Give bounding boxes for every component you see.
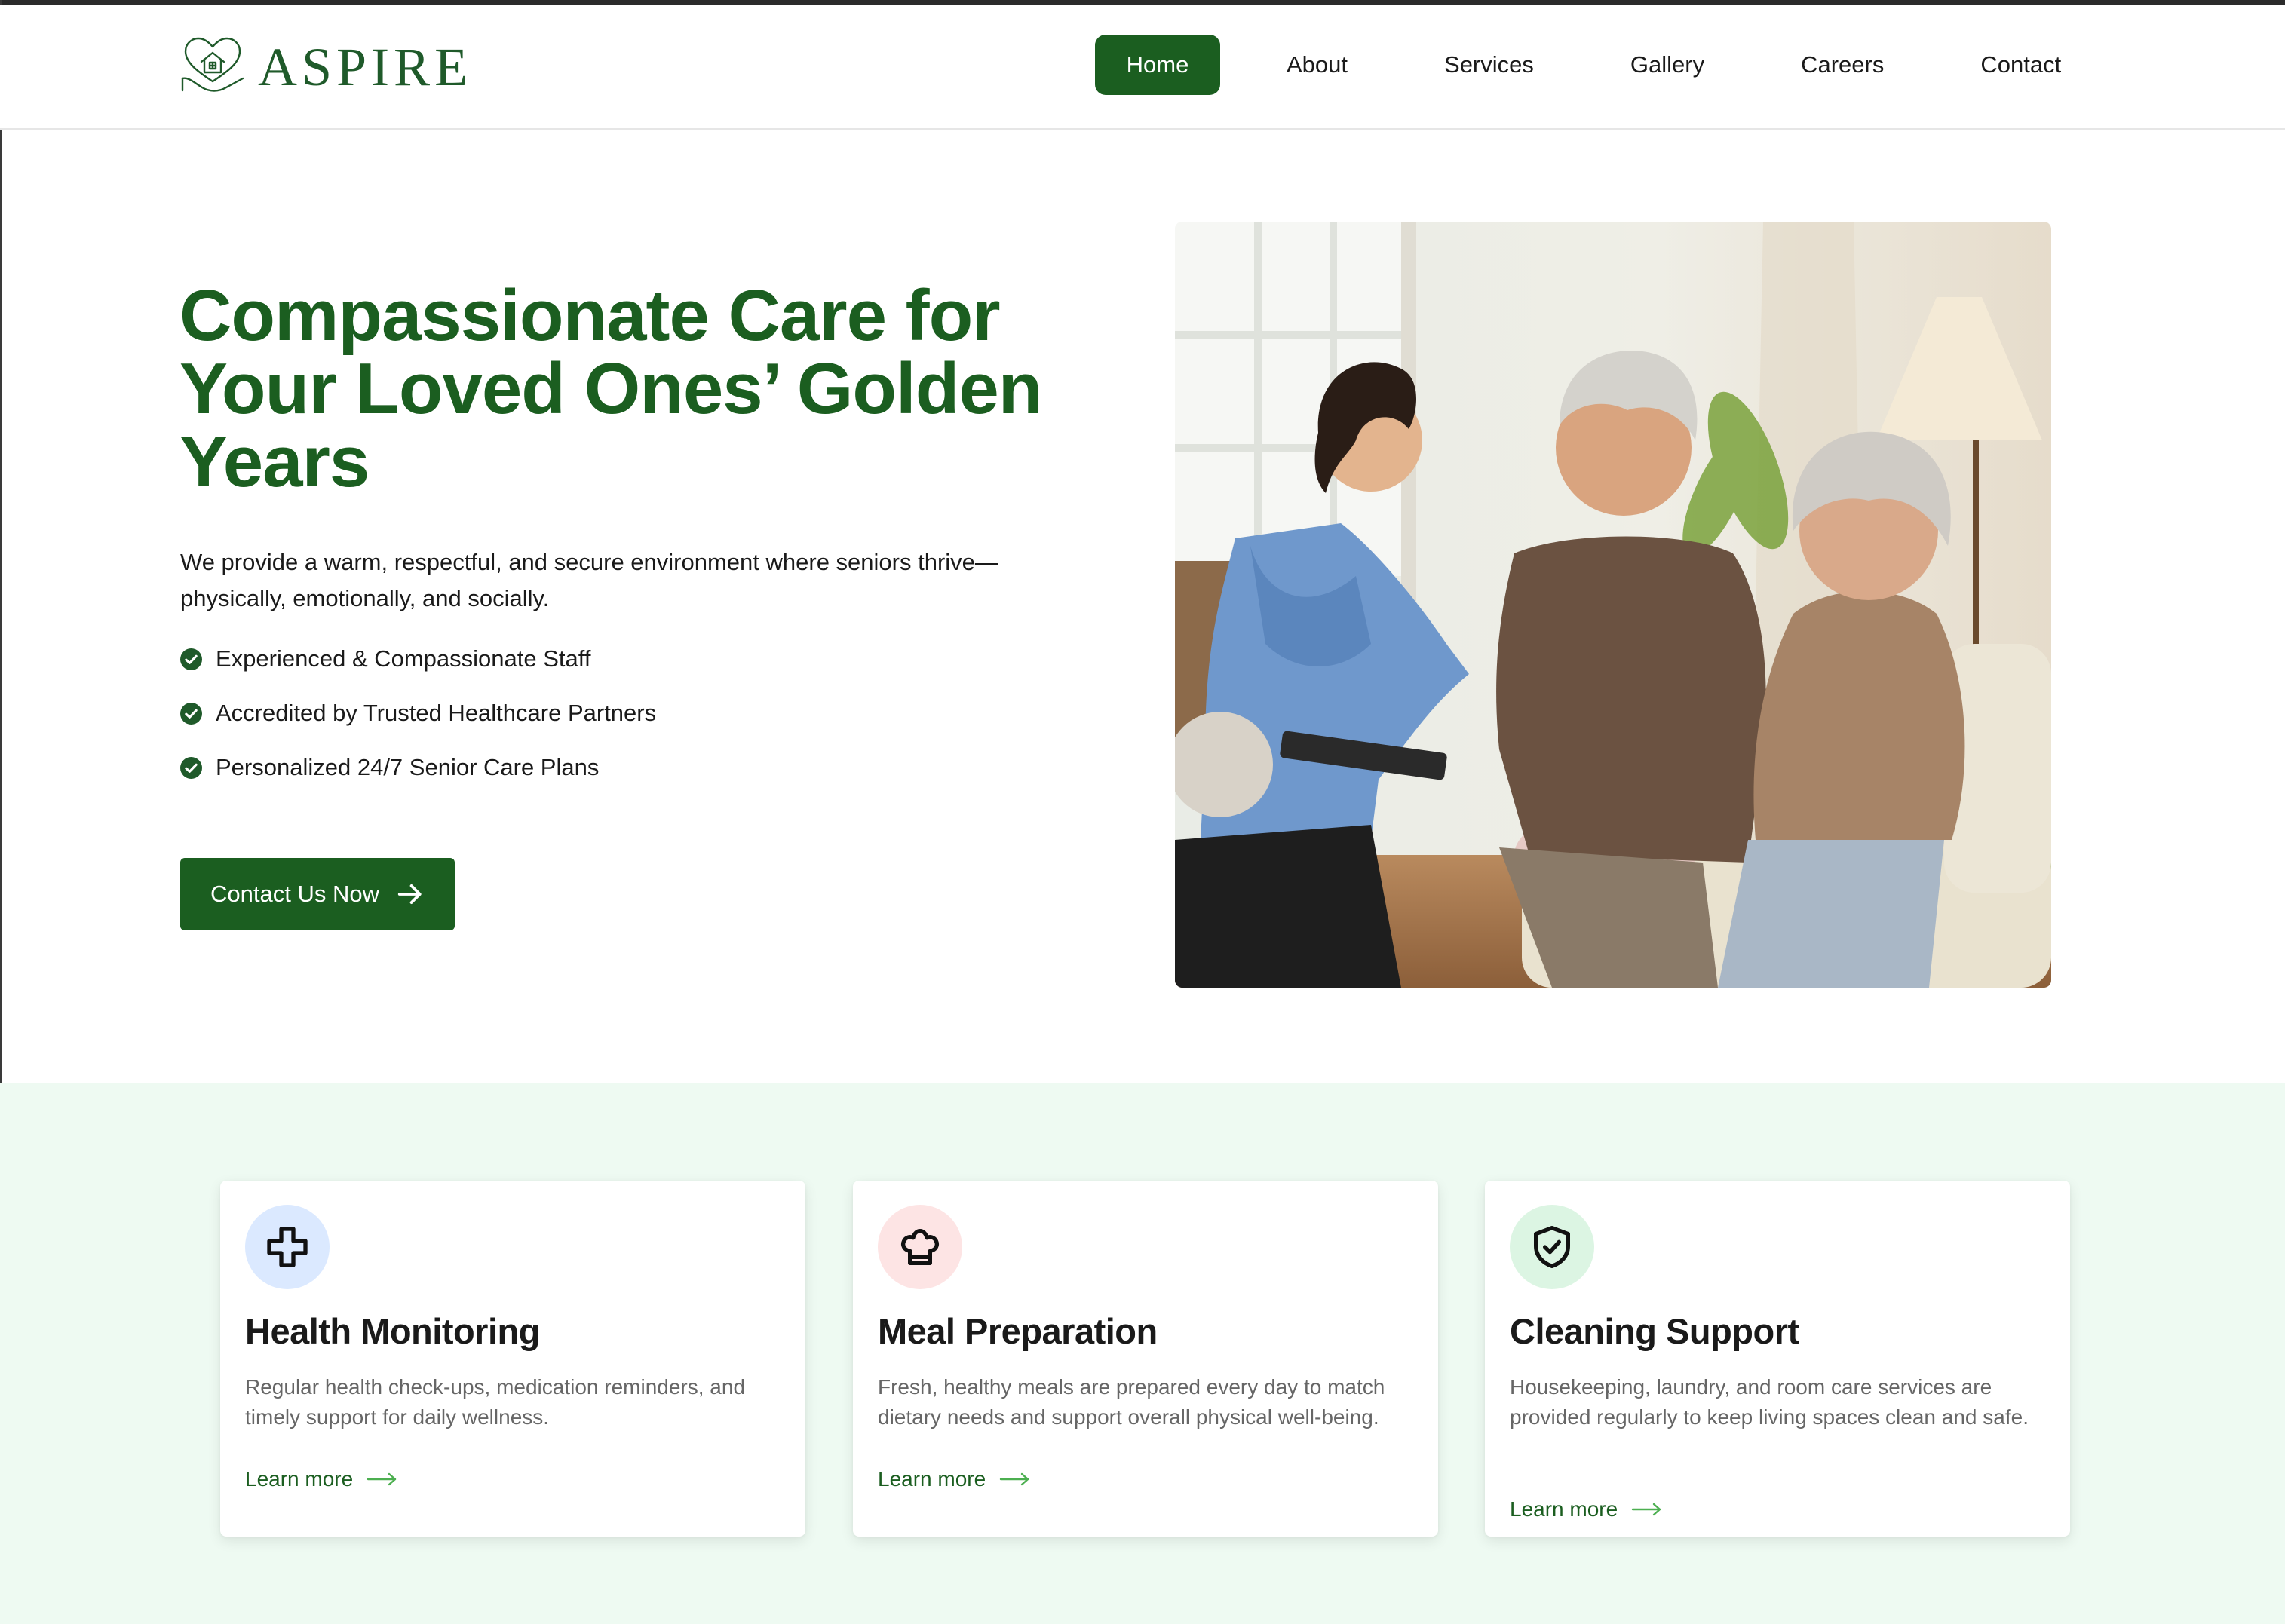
feature-label: Experienced & Compassionate Staff <box>216 645 591 672</box>
check-circle-icon <box>180 756 202 779</box>
feature-item: Personalized 24/7 Senior Care Plans <box>180 740 656 795</box>
chef-hat-icon <box>901 1229 939 1265</box>
main-nav: Home About Services Gallery Careers Cont… <box>1095 35 2061 95</box>
feature-label: Accredited by Trusted Healthcare Partner… <box>216 700 657 726</box>
learn-more-link[interactable]: Learn more <box>1510 1497 1663 1521</box>
services-section: Health Monitoring Regular health check-u… <box>0 1083 2285 1624</box>
service-title: Health Monitoring <box>245 1311 540 1351</box>
service-card-cleaning-support[interactable]: Cleaning Support Housekeeping, laundry, … <box>1485 1181 2070 1537</box>
arrow-right-icon <box>1631 1503 1661 1516</box>
site-header: ASPIRE Home About Services Gallery Caree… <box>0 5 2285 130</box>
nav-careers[interactable]: Careers <box>1801 35 1884 95</box>
brand-name: ASPIRE <box>258 37 473 97</box>
hero-photo <box>1175 222 2051 988</box>
service-title: Cleaning Support <box>1510 1311 1799 1351</box>
nav-contact[interactable]: Contact <box>1980 35 2061 95</box>
heart-house-hand-icon <box>181 37 244 92</box>
service-card-meal-preparation[interactable]: Meal Preparation Fresh, healthy meals ar… <box>853 1181 1438 1537</box>
learn-more-label: Learn more <box>1510 1497 1618 1521</box>
hero-description: We provide a warm, respectful, and secur… <box>180 549 998 611</box>
feature-list: Experienced & Compassionate Staff Accred… <box>180 632 656 795</box>
learn-more-link[interactable]: Learn more <box>245 1467 398 1491</box>
service-description: Housekeeping, laundry, and room care ser… <box>1510 1375 2029 1429</box>
feature-item: Experienced & Compassionate Staff <box>180 632 656 686</box>
service-description: Regular health check-ups, medication rem… <box>245 1375 746 1429</box>
medical-cross-icon <box>267 1227 308 1267</box>
feature-label: Personalized 24/7 Senior Care Plans <box>216 754 600 780</box>
service-icon-badge <box>1510 1205 1594 1289</box>
service-card-health-monitoring[interactable]: Health Monitoring Regular health check-u… <box>220 1181 805 1537</box>
learn-more-label: Learn more <box>878 1467 986 1491</box>
feature-item: Accredited by Trusted Healthcare Partner… <box>180 686 656 740</box>
arrow-right-icon <box>367 1472 397 1486</box>
check-circle-icon <box>180 702 202 725</box>
caregiver-photo-illustration <box>1175 222 2051 988</box>
check-circle-icon <box>180 648 202 670</box>
service-icon-badge <box>878 1205 962 1289</box>
nav-services[interactable]: Services <box>1444 35 1534 95</box>
service-title: Meal Preparation <box>878 1311 1158 1351</box>
learn-more-link[interactable]: Learn more <box>878 1467 1031 1491</box>
nav-about[interactable]: About <box>1287 35 1348 95</box>
arrow-right-icon <box>397 884 422 904</box>
nav-home[interactable]: Home <box>1095 35 1220 95</box>
contact-us-button[interactable]: Contact Us Now <box>180 858 455 930</box>
learn-more-label: Learn more <box>245 1467 354 1491</box>
service-description: Fresh, healthy meals are prepared every … <box>878 1375 1385 1429</box>
shield-check-icon <box>1534 1226 1570 1268</box>
brand-logo[interactable]: ASPIRE <box>178 35 472 100</box>
hero-title: Compassionate Care for Your Loved Ones’ … <box>179 275 1042 502</box>
nav-gallery[interactable]: Gallery <box>1630 35 1704 95</box>
contact-us-label: Contact Us Now <box>210 881 379 907</box>
service-icon-badge <box>245 1205 330 1289</box>
arrow-right-icon <box>999 1472 1029 1486</box>
